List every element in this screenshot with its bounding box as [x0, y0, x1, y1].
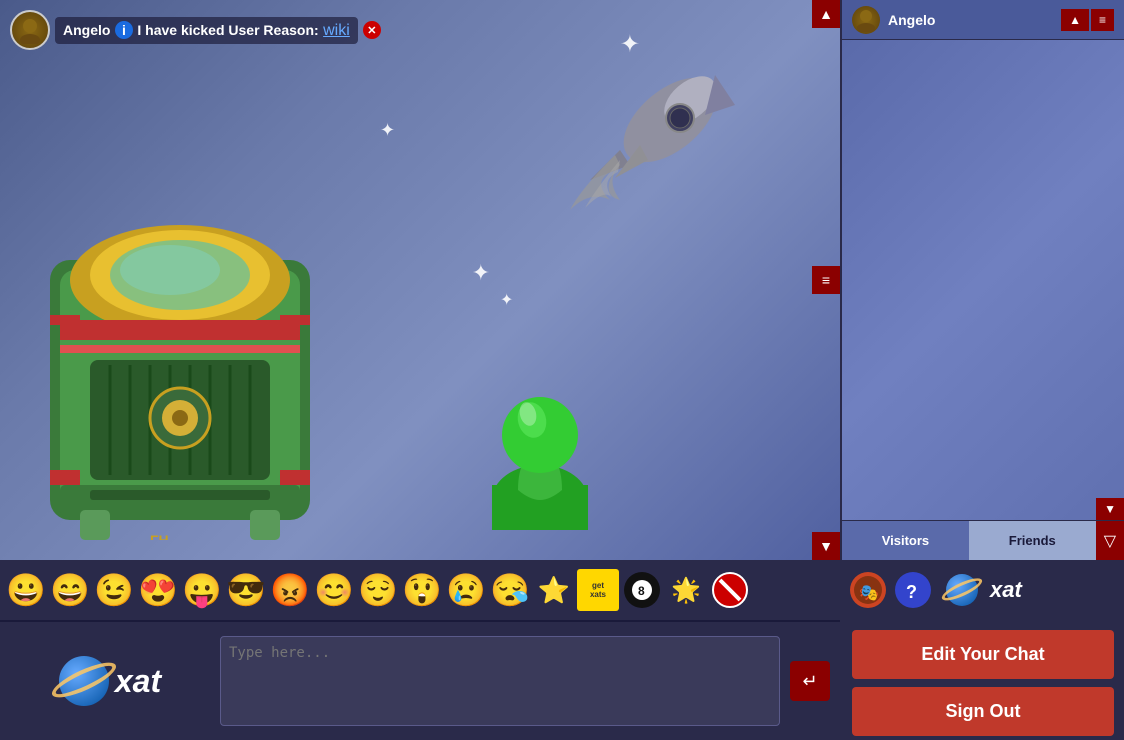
rocket-image	[560, 60, 760, 210]
star-decoration: ✦	[380, 120, 395, 141]
right-xat-text: xat	[990, 577, 1022, 603]
emoji-tongue[interactable]: 😛	[181, 569, 223, 611]
emoji-sleepy[interactable]: 😪	[489, 569, 531, 611]
right-scroll-down-button[interactable]: ▼	[1096, 498, 1124, 520]
svg-text:?: ?	[906, 582, 917, 602]
emoji-angry[interactable]: 😡	[269, 569, 311, 611]
get-xats-button[interactable]: get xats	[577, 569, 619, 611]
chat-scroll-menu-button[interactable]: ≡	[812, 266, 840, 294]
right-header-buttons: ▲ ≡	[1061, 9, 1114, 31]
emoji-cool[interactable]: 😎	[225, 569, 267, 611]
right-panel-header: Angelo ▲ ≡	[842, 0, 1124, 40]
chat-scroll-up-button[interactable]: ▲	[812, 0, 840, 28]
info-icon: i	[115, 21, 133, 39]
emoji-star2[interactable]: 🌟	[665, 569, 707, 611]
emoji-no[interactable]	[709, 569, 751, 611]
user-avatar	[480, 370, 600, 530]
visitors-friends-bar: Visitors Friends ▽	[842, 520, 1124, 560]
right-scroll-up-button[interactable]: ▲	[1061, 9, 1089, 31]
close-icon[interactable]: ✕	[363, 21, 381, 39]
emoji-happy[interactable]: 😊	[313, 569, 355, 611]
friends-tab[interactable]: Friends	[969, 521, 1096, 560]
emoji-smile[interactable]: 😄	[49, 569, 91, 611]
left-panel: ✦ ✦ ✦ ✦	[0, 0, 840, 740]
emoji-8ball[interactable]: 8	[621, 569, 663, 611]
right-user-avatar	[852, 6, 880, 34]
xat-brand-text: xat	[115, 663, 161, 700]
right-panel: Angelo ▲ ≡ ▼ Visitors Friends ▽ 🎭	[840, 0, 1124, 740]
svg-text:8: 8	[638, 584, 645, 598]
right-menu-button[interactable]: ≡	[1091, 9, 1114, 31]
right-chat-area: ▼	[842, 40, 1124, 520]
chat-input-field[interactable]	[220, 636, 780, 726]
username-label: Angelo	[63, 22, 110, 38]
star-decoration: ✦	[500, 290, 513, 310]
send-button[interactable]: ↵	[790, 661, 830, 701]
emoji-cry[interactable]: 😢	[445, 569, 487, 611]
emoji-relieved[interactable]: 😌	[357, 569, 399, 611]
right-user-info: Angelo	[852, 6, 935, 34]
visitors-tab[interactable]: Visitors	[842, 521, 969, 560]
user-small-icon	[10, 10, 50, 50]
emoji-star[interactable]: ⭐	[533, 569, 575, 611]
jukebox-image: FH	[30, 200, 330, 540]
edit-chat-button[interactable]: Edit Your Chat	[852, 630, 1114, 679]
right-action-buttons: Edit Your Chat Sign Out	[842, 620, 1124, 740]
vf-filter-button[interactable]: ▽	[1096, 521, 1124, 560]
bottom-input-area: xat ↵	[0, 620, 840, 740]
chat-area: ✦ ✦ ✦ ✦	[0, 0, 840, 560]
emoji-love[interactable]: 😍	[137, 569, 179, 611]
sign-out-button[interactable]: Sign Out	[852, 687, 1114, 736]
notification-link[interactable]: wiki	[323, 22, 350, 39]
notification-message: Angelo i I have kicked User Reason: wiki	[55, 17, 358, 44]
svg-text:FH: FH	[150, 532, 169, 540]
xat-logo-bottom: xat	[10, 636, 210, 726]
star-decoration: ✦	[472, 260, 490, 286]
right-username-label: Angelo	[888, 12, 935, 28]
svg-text:🎭: 🎭	[859, 585, 879, 602]
emoji-bar: 😀 😄 😉 😍 😛 😎 😡 😊 😌 😲 😢 😪 ⭐ get xats	[0, 560, 840, 620]
right-emoji-toolbar: 🎭 ? xat	[842, 560, 1124, 620]
notification-bar: Angelo i I have kicked User Reason: wiki…	[10, 10, 381, 50]
emoji-wink[interactable]: 😉	[93, 569, 135, 611]
notification-text-label: I have kicked User Reason:	[137, 22, 318, 38]
emoji-surprised[interactable]: 😲	[401, 569, 443, 611]
emoji-grin[interactable]: 😀	[5, 569, 47, 611]
right-emoji-question[interactable]: ?	[892, 569, 934, 611]
star-decoration: ✦	[620, 30, 640, 59]
right-emoji-1[interactable]: 🎭	[847, 569, 889, 611]
xat-planet-icon[interactable]	[937, 569, 987, 611]
chat-scroll-down-button[interactable]: ▼	[812, 532, 840, 560]
